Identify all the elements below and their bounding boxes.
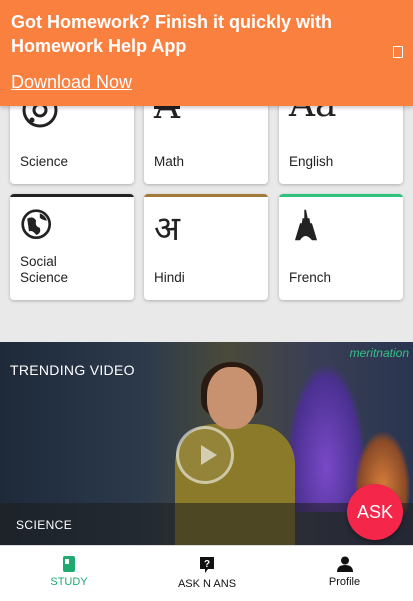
subject-card-french[interactable]: French — [279, 194, 403, 300]
nav-item-label: Profile — [328, 576, 361, 588]
nav-item-label: STUDY — [50, 576, 88, 588]
play-icon[interactable] — [176, 426, 234, 484]
card-accent-bar — [144, 194, 268, 197]
hindi-a-icon: अ — [154, 209, 180, 249]
subject-card-social-science[interactable]: Social Science — [10, 194, 134, 300]
bottom-nav: STUDY ? ASK N ANS Profile — [0, 545, 413, 601]
subject-label: Social Science — [20, 254, 69, 285]
globe-icon — [21, 209, 52, 240]
close-icon[interactable] — [393, 46, 403, 58]
subject-label: Hindi — [154, 270, 185, 285]
subject-label: Math — [154, 154, 185, 169]
ask-button[interactable]: ASK — [347, 484, 403, 540]
nav-item-study[interactable]: STUDY — [0, 546, 138, 601]
nav-item-profile[interactable]: Profile — [276, 546, 413, 601]
video-subject-label: SCIENCE — [16, 518, 73, 532]
subject-card-hindi[interactable]: अ Hindi — [144, 194, 268, 300]
subject-label: Science — [20, 154, 69, 169]
promo-title: Got Homework? Finish it quickly with Hom… — [11, 12, 333, 56]
nav-item-label: ASK N ANS — [177, 578, 237, 590]
presenter-head — [207, 367, 257, 429]
person-icon — [336, 556, 353, 572]
card-accent-bar — [10, 194, 134, 197]
brand-watermark: meritnation — [349, 346, 409, 360]
flask-image — [286, 362, 366, 512]
subject-label: English — [289, 154, 334, 169]
eiffel-tower-icon — [294, 209, 318, 241]
question-icon: ? — [200, 557, 214, 573]
subject-label: French — [289, 270, 332, 285]
book-icon — [63, 556, 75, 572]
download-now-link[interactable]: Download Now — [11, 72, 132, 93]
svg-text:?: ? — [204, 559, 210, 570]
promo-banner: Got Homework? Finish it quickly with Hom… — [0, 0, 413, 106]
card-accent-bar — [279, 194, 403, 197]
trending-video-title: TRENDING VIDEO — [10, 362, 135, 378]
nav-item-ask-n-ans[interactable]: ? ASK N ANS — [138, 546, 276, 601]
